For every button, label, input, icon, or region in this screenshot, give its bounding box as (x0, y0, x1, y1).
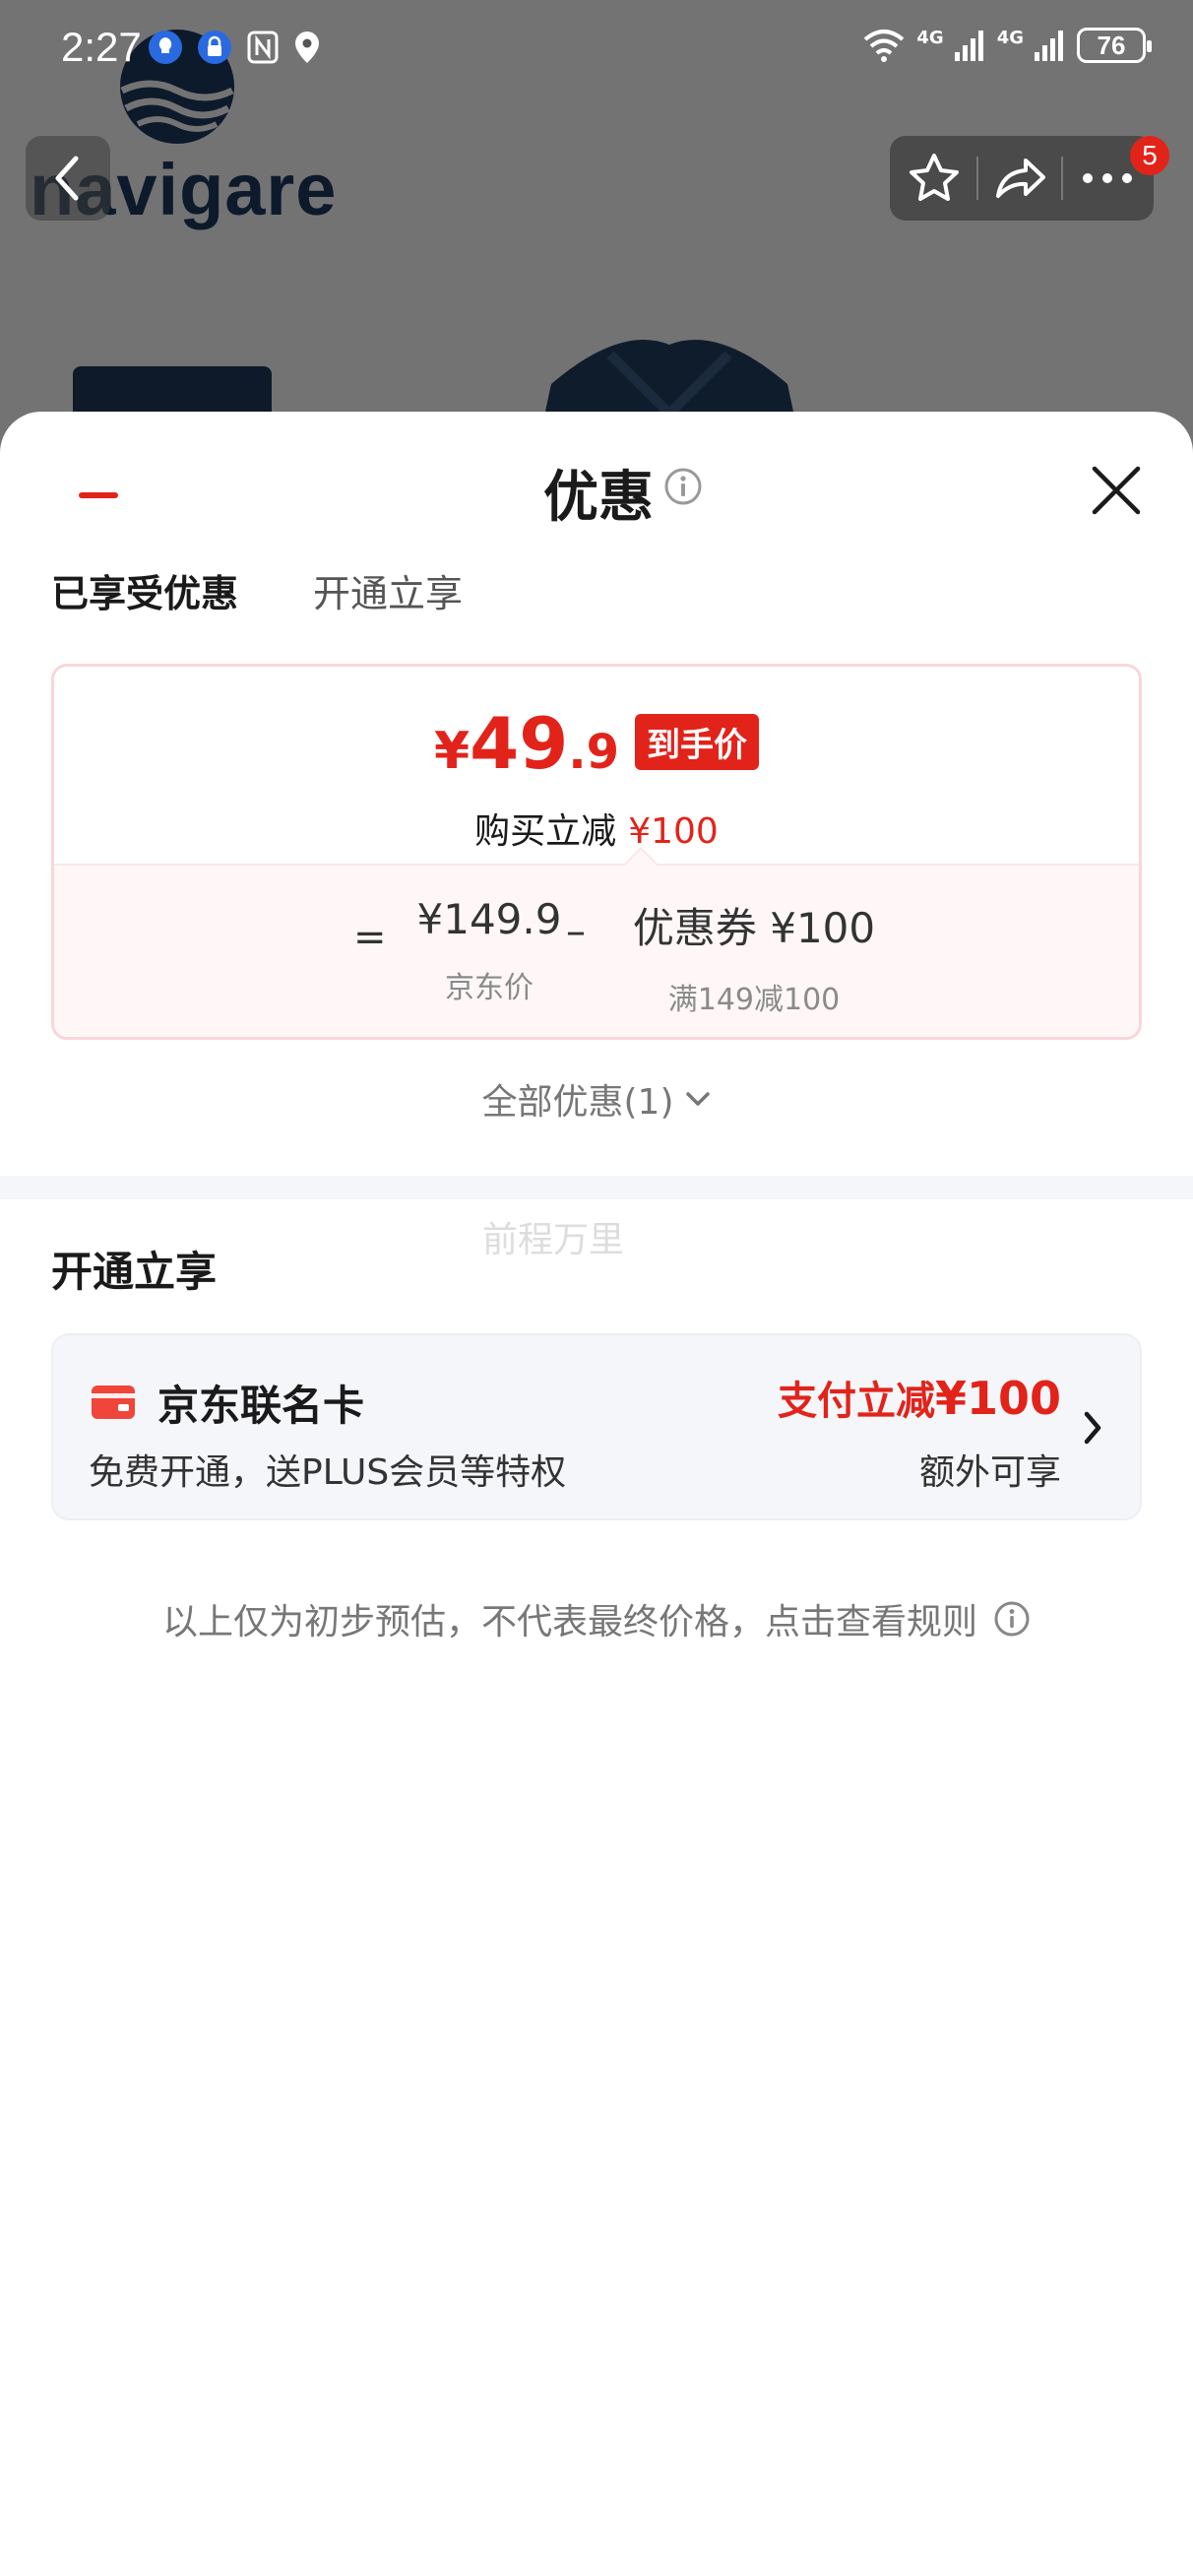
final-price-decimal: .9 (568, 725, 620, 780)
location-icon (295, 32, 319, 63)
nfc-icon (247, 31, 279, 64)
final-price: ¥49.9 (434, 702, 619, 785)
star-icon[interactable] (907, 151, 962, 206)
price-calculation: = ¥149.9 京东价 – 优惠券 ¥100 满149减100 (54, 864, 1139, 1037)
instant-discount-amount: ¥100 (628, 811, 719, 852)
back-button[interactable] (26, 136, 110, 221)
close-icon[interactable] (1087, 461, 1146, 520)
coupon-block: 优惠券 ¥100 满149减100 (621, 895, 887, 1018)
tab-activate-label: 开通立享 (313, 572, 464, 615)
notification-badge: 5 (1130, 136, 1169, 175)
card-discount-amount: ¥100 (934, 1372, 1061, 1425)
tab-activate-to-enjoy[interactable]: 开通立享 (313, 559, 463, 628)
chevron-left-icon (55, 156, 79, 201)
all-discounts-label: 全部优惠(1) (481, 1082, 674, 1123)
price-breakdown-card: ¥49.9 到手价 购买立减 ¥100 = ¥149.9 京东价 – 优惠券 ¥1… (51, 664, 1142, 1040)
base-price-block: ¥149.9 京东价 (410, 895, 568, 1006)
chevron-right-icon (1084, 1411, 1101, 1445)
final-price-currency: ¥ (433, 722, 471, 781)
instant-discount-label: 购买立减 (474, 811, 617, 852)
network-type-1: 4G (916, 28, 944, 48)
coupon-value: 优惠券 ¥100 (632, 904, 876, 952)
card-discount-prefix: 支付立减 (777, 1379, 935, 1424)
card-offer-description: 免费开通，送PLUS会员等特权 (89, 1452, 567, 1493)
discount-tabs: 已享受优惠 开通立享 (51, 559, 463, 648)
lightbulb-icon (149, 31, 182, 64)
coupon-rule: 满149减100 (667, 983, 841, 1017)
network-type-2: 4G (996, 28, 1024, 48)
instant-discount-line: 购买立减 ¥100 (54, 803, 1139, 854)
final-price-integer: 49 (470, 702, 569, 785)
info-circle-icon[interactable] (663, 467, 703, 506)
disclaimer-text: 以上仅为初步预估，不代表最终价格，点击查看规则 (161, 1602, 977, 1642)
equals-sign: = (353, 915, 387, 960)
minus-sign: – (566, 909, 586, 954)
chevron-down-icon (685, 1092, 710, 1106)
discount-bottom-sheet: 优惠 已享受优惠 开通立享 ¥49.9 到手价 购买立减 ¥100 = ¥149… (0, 412, 1193, 2576)
final-price-row: ¥49.9 到手价 (54, 702, 1139, 785)
sheet-title: 优惠 (543, 466, 654, 530)
price-disclaimer[interactable]: 以上仅为初步预估，不代表最终价格，点击查看规则 (0, 1593, 1193, 1644)
signal-icon-2 (1035, 31, 1063, 61)
watermark-text: 前程万里 (482, 1220, 625, 1260)
activate-section-title: 开通立享 (51, 1248, 218, 1296)
active-tab-indicator (79, 492, 118, 498)
wifi-icon (864, 30, 905, 62)
status-bar: 2:27 4G 4G 76 (0, 0, 1193, 98)
card-offer-extra: 额外可享 (918, 1452, 1061, 1493)
final-price-tag: 到手价 (635, 714, 760, 770)
lock-app-icon (198, 31, 231, 64)
top-action-group (890, 136, 1154, 221)
section-divider (0, 1176, 1193, 1199)
status-time: 2:27 (61, 24, 142, 70)
more-dots-icon[interactable] (1078, 168, 1137, 188)
co-branded-card-offer[interactable]: 京东联名卡 免费开通，送PLUS会员等特权 支付立减¥100 额外可享 (51, 1333, 1142, 1520)
base-price-value: ¥149.9 (416, 895, 562, 943)
info-circle-icon (994, 1601, 1030, 1637)
all-discounts-toggle[interactable]: 全部优惠(1) (0, 1073, 1193, 1125)
card-offer-discount: 支付立减¥100 (778, 1369, 1061, 1426)
base-price-label: 京东价 (445, 971, 534, 1005)
battery-indicator: 76 (1077, 28, 1152, 63)
signal-icon (954, 31, 983, 61)
tab-enjoyed-label: 已享受优惠 (51, 572, 239, 615)
card-offer-name: 京东联名卡 (157, 1382, 365, 1430)
tab-enjoyed-discounts[interactable]: 已享受优惠 (51, 559, 238, 628)
credit-card-icon (92, 1385, 135, 1419)
share-icon[interactable] (992, 151, 1047, 206)
